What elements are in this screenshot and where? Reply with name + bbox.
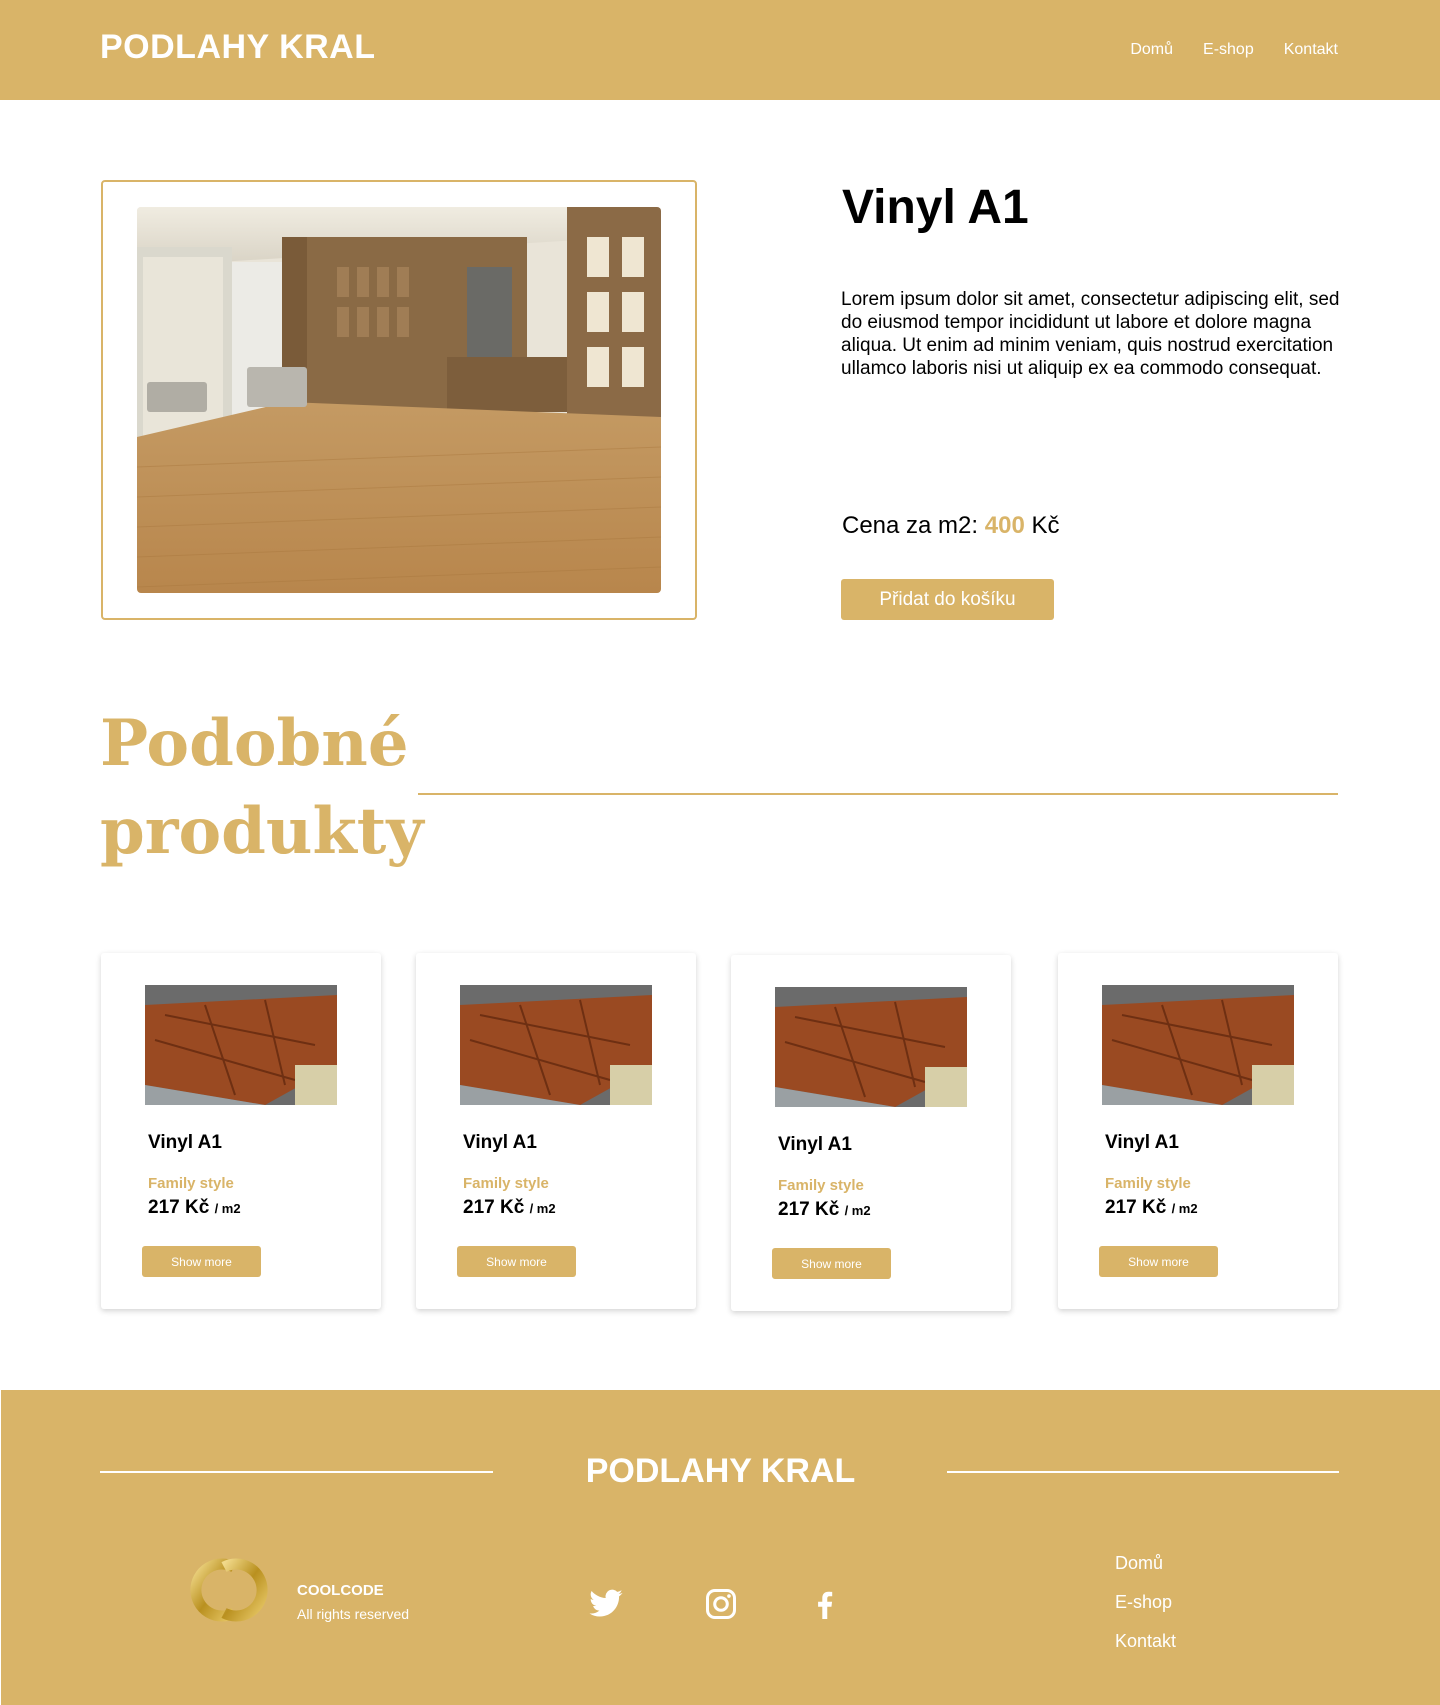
- product-photo: [137, 207, 661, 593]
- card-image: [775, 987, 967, 1107]
- footer-nav: Domů E-shop Kontakt: [1115, 1553, 1176, 1652]
- show-more-button[interactable]: Show more: [142, 1246, 261, 1277]
- card-price: 217 Kč / m2: [778, 1199, 871, 1221]
- card-image: [145, 985, 337, 1105]
- show-more-button[interactable]: Show more: [772, 1248, 891, 1279]
- nav-link-contact[interactable]: Kontakt: [1284, 41, 1338, 59]
- product-card[interactable]: Vinyl A1 Family style 217 Kč / m2 Show m…: [1058, 953, 1338, 1309]
- price-label: Cena za m2:: [842, 512, 979, 539]
- product-card[interactable]: Vinyl A1 Family style 217 Kč / m2 Show m…: [101, 953, 381, 1309]
- card-price-unit: / m2: [1171, 1201, 1198, 1216]
- show-more-button[interactable]: Show more: [457, 1246, 576, 1277]
- instagram-icon[interactable]: [703, 1586, 739, 1622]
- card-price-unit: / m2: [529, 1201, 556, 1216]
- footer-link-contact[interactable]: Kontakt: [1115, 1631, 1176, 1652]
- site-header: PODLAHY KRAL Domů E-shop Kontakt: [0, 0, 1440, 100]
- product-price: Cena za m2: 400 Kč: [842, 512, 1059, 540]
- main-nav: Domů E-shop Kontakt: [1130, 41, 1338, 59]
- product-card[interactable]: Vinyl A1 Family style 217 Kč / m2 Show m…: [416, 953, 696, 1309]
- card-style: Family style: [463, 1175, 549, 1192]
- card-price: 217 Kč / m2: [1105, 1197, 1198, 1219]
- coolcode-logo-icon: [176, 1545, 296, 1635]
- footer-divider-right: [947, 1471, 1339, 1473]
- card-title: Vinyl A1: [778, 1134, 852, 1155]
- card-style: Family style: [1105, 1175, 1191, 1192]
- nav-link-eshop[interactable]: E-shop: [1203, 41, 1254, 59]
- card-price-value: 217 Kč: [778, 1199, 840, 1220]
- price-value: 400: [984, 512, 1025, 539]
- section-divider: [418, 793, 1338, 795]
- card-style: Family style: [148, 1175, 234, 1192]
- card-title: Vinyl A1: [463, 1132, 537, 1153]
- card-title: Vinyl A1: [148, 1132, 222, 1153]
- card-price-value: 217 Kč: [463, 1197, 525, 1218]
- card-price: 217 Kč / m2: [148, 1197, 241, 1219]
- footer-company: COOLCODE: [297, 1582, 384, 1599]
- footer-rights: All rights reserved: [297, 1606, 410, 1622]
- footer-link-home[interactable]: Domů: [1115, 1553, 1176, 1574]
- card-price-value: 217 Kč: [148, 1197, 210, 1218]
- site-footer: PODLAHY KRAL COOLCODE All rights reserve…: [1, 1390, 1440, 1705]
- similar-products-heading: Podobné produkty: [100, 706, 424, 869]
- card-image: [460, 985, 652, 1105]
- facebook-icon[interactable]: [807, 1586, 843, 1622]
- show-more-button[interactable]: Show more: [1099, 1246, 1218, 1277]
- twitter-icon[interactable]: [588, 1586, 624, 1622]
- footer-link-eshop[interactable]: E-shop: [1115, 1592, 1176, 1613]
- product-title: Vinyl A1: [842, 181, 1029, 234]
- brand-logo-text[interactable]: PODLAHY KRAL: [100, 28, 376, 67]
- card-price: 217 Kč / m2: [463, 1197, 556, 1219]
- showroom-photo: [137, 207, 661, 593]
- card-price-unit: / m2: [214, 1201, 241, 1216]
- product-description: Lorem ipsum dolor sit amet, consectetur …: [841, 289, 1340, 379]
- product-image-frame: [101, 180, 697, 620]
- nav-link-home[interactable]: Domů: [1130, 41, 1173, 59]
- card-title: Vinyl A1: [1105, 1132, 1179, 1153]
- price-currency: Kč: [1031, 512, 1060, 539]
- card-image: [1102, 985, 1294, 1105]
- card-price-unit: / m2: [844, 1203, 871, 1218]
- add-to-cart-button[interactable]: Přidat do košíku: [841, 579, 1054, 620]
- card-price-value: 217 Kč: [1105, 1197, 1167, 1218]
- product-card[interactable]: Vinyl A1 Family style 217 Kč / m2 Show m…: [731, 955, 1011, 1311]
- card-style: Family style: [778, 1177, 864, 1194]
